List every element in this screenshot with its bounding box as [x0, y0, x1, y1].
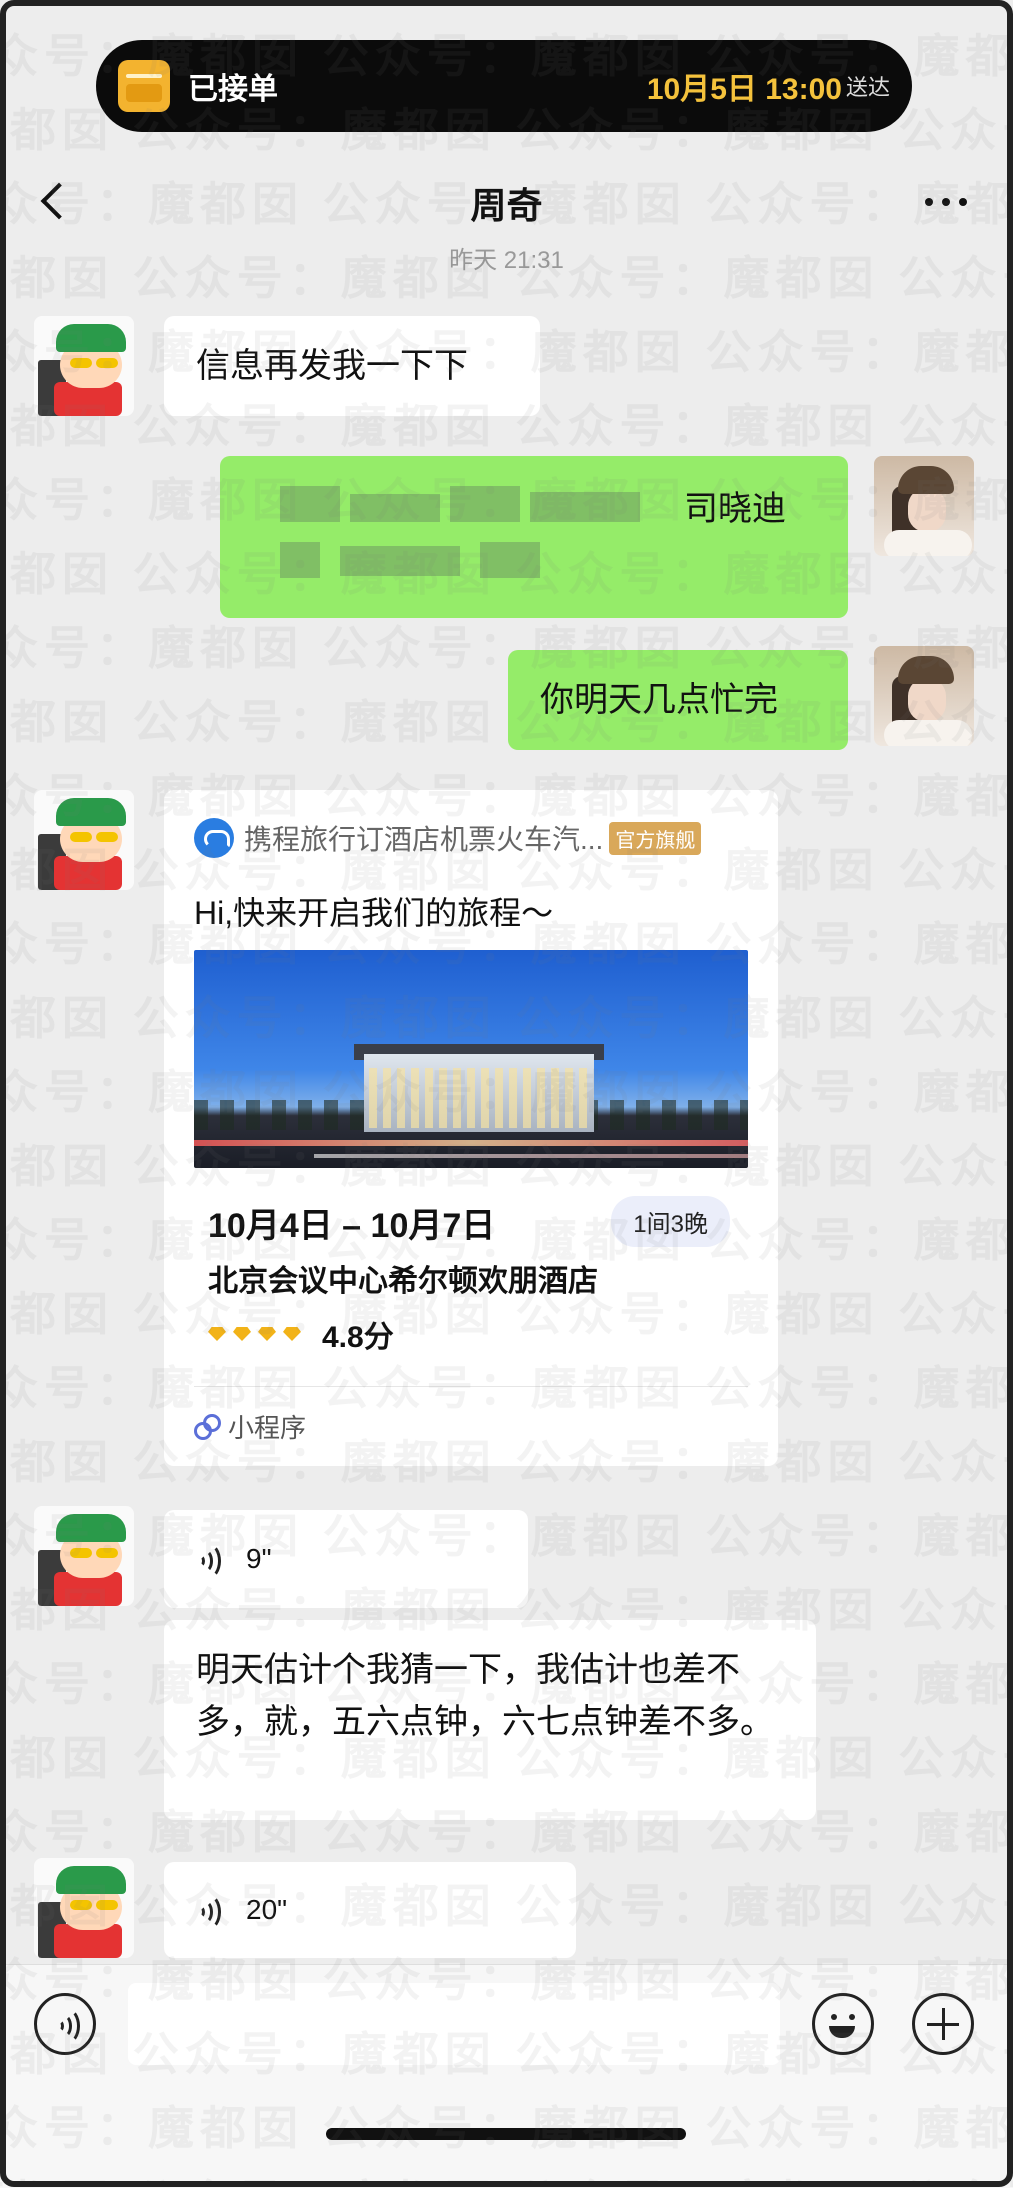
- hotel-photo: [194, 950, 748, 1168]
- chat-input-bar: [0, 1964, 1013, 2188]
- mini-program-source: 携程旅行订酒店机票火车汽... 官方旗舰: [194, 818, 748, 858]
- mini-program-icon: [194, 1413, 221, 1440]
- message-bubble-outgoing[interactable]: 你明天几点忙完: [508, 650, 848, 750]
- voice-wave-icon: [196, 1541, 226, 1579]
- avatar-contact[interactable]: [34, 790, 134, 890]
- watermark-text: 公众号：魔都囡 公众号：魔都囡 公众号：魔都囡 公众号：魔都囡 公众号：魔都囡 …: [0, 696, 1013, 748]
- avatar-contact[interactable]: [34, 1506, 134, 1606]
- message-text-partial: 司晓迪: [684, 490, 786, 528]
- message-input[interactable]: [128, 1983, 780, 2065]
- more-dots-icon[interactable]: [925, 198, 967, 206]
- voice-duration: 20": [246, 1894, 288, 1925]
- mini-program-footer: 小程序: [194, 1408, 306, 1445]
- rating-score: 4.8分: [322, 1321, 394, 1354]
- mini-program-label: 小程序: [228, 1413, 307, 1443]
- chevron-left-icon[interactable]: [40, 182, 78, 220]
- avatar-contact[interactable]: [34, 1858, 134, 1958]
- order-status-banner[interactable]: 已接单 10月5日 13:00 送达: [96, 40, 912, 132]
- diamond-icon: [233, 1327, 251, 1341]
- voice-transcript-text: 明天估计个我猜一下，我估计也差不多，就，五六点钟，六七点钟差不多。: [196, 1651, 774, 1741]
- diamond-icon: [208, 1327, 226, 1341]
- order-delivery-time: 10月5日 13:00: [646, 73, 842, 106]
- diamond-icon: [258, 1327, 276, 1341]
- stay-dates: 10月4日 – 10月7日: [208, 1207, 496, 1245]
- delivery-box-icon: [118, 60, 170, 112]
- official-flagship-badge: 官方旗舰: [609, 821, 702, 855]
- voice-duration: 9": [246, 1543, 272, 1574]
- home-indicator[interactable]: [326, 2128, 686, 2140]
- plus-icon[interactable]: [912, 1993, 974, 2055]
- ctrip-dolphin-icon: [194, 818, 234, 858]
- message-bubble-outgoing-blurred[interactable]: 司晓迪: [220, 456, 848, 618]
- emoji-icon[interactable]: [812, 1993, 874, 2055]
- order-send-label: 送达: [845, 75, 890, 100]
- avatar-self[interactable]: [874, 646, 974, 746]
- card-divider: [194, 1386, 748, 1387]
- mini-program-card[interactable]: 携程旅行订酒店机票火车汽... 官方旗舰 Hi,快来开启我们的旅程～ 10月4日…: [164, 790, 778, 1466]
- diamond-icon: [283, 1327, 301, 1341]
- order-status-text: 已接单: [188, 73, 278, 106]
- voice-message-bubble[interactable]: 20": [164, 1862, 576, 1958]
- avatar-self[interactable]: [874, 456, 974, 556]
- blurred-redaction: [280, 486, 660, 594]
- message-bubble-incoming[interactable]: 信息再发我一下下: [164, 316, 540, 416]
- chat-timestamp: 昨天 21:31: [449, 247, 564, 274]
- avatar-contact[interactable]: [34, 316, 134, 416]
- message-text: 你明天几点忙完: [540, 681, 778, 719]
- watermark-text: 公众号：魔都囡 公众号：魔都囡 公众号：魔都囡 公众号：魔都囡 公众号：魔都囡 …: [0, 622, 1013, 674]
- hotel-name: 北京会议中心希尔顿欢朋酒店: [208, 1265, 598, 1298]
- mini-program-title: Hi,快来开启我们的旅程～: [194, 895, 554, 931]
- hotel-rating: 4.8分: [208, 1312, 394, 1356]
- message-text: 信息再发我一下下: [196, 347, 468, 385]
- voice-transcript-bubble[interactable]: 明天估计个我猜一下，我估计也差不多，就，五六点钟，六七点钟差不多。: [164, 1620, 816, 1820]
- room-nights-badge: 1间3晚: [611, 1196, 730, 1247]
- voice-wave-icon: [196, 1892, 226, 1930]
- chat-title: 周奇: [470, 185, 543, 226]
- voice-message-bubble[interactable]: 9": [164, 1510, 528, 1608]
- voice-input-icon[interactable]: [34, 1993, 96, 2055]
- mini-program-source-name: 携程旅行订酒店机票火车汽...: [244, 824, 604, 855]
